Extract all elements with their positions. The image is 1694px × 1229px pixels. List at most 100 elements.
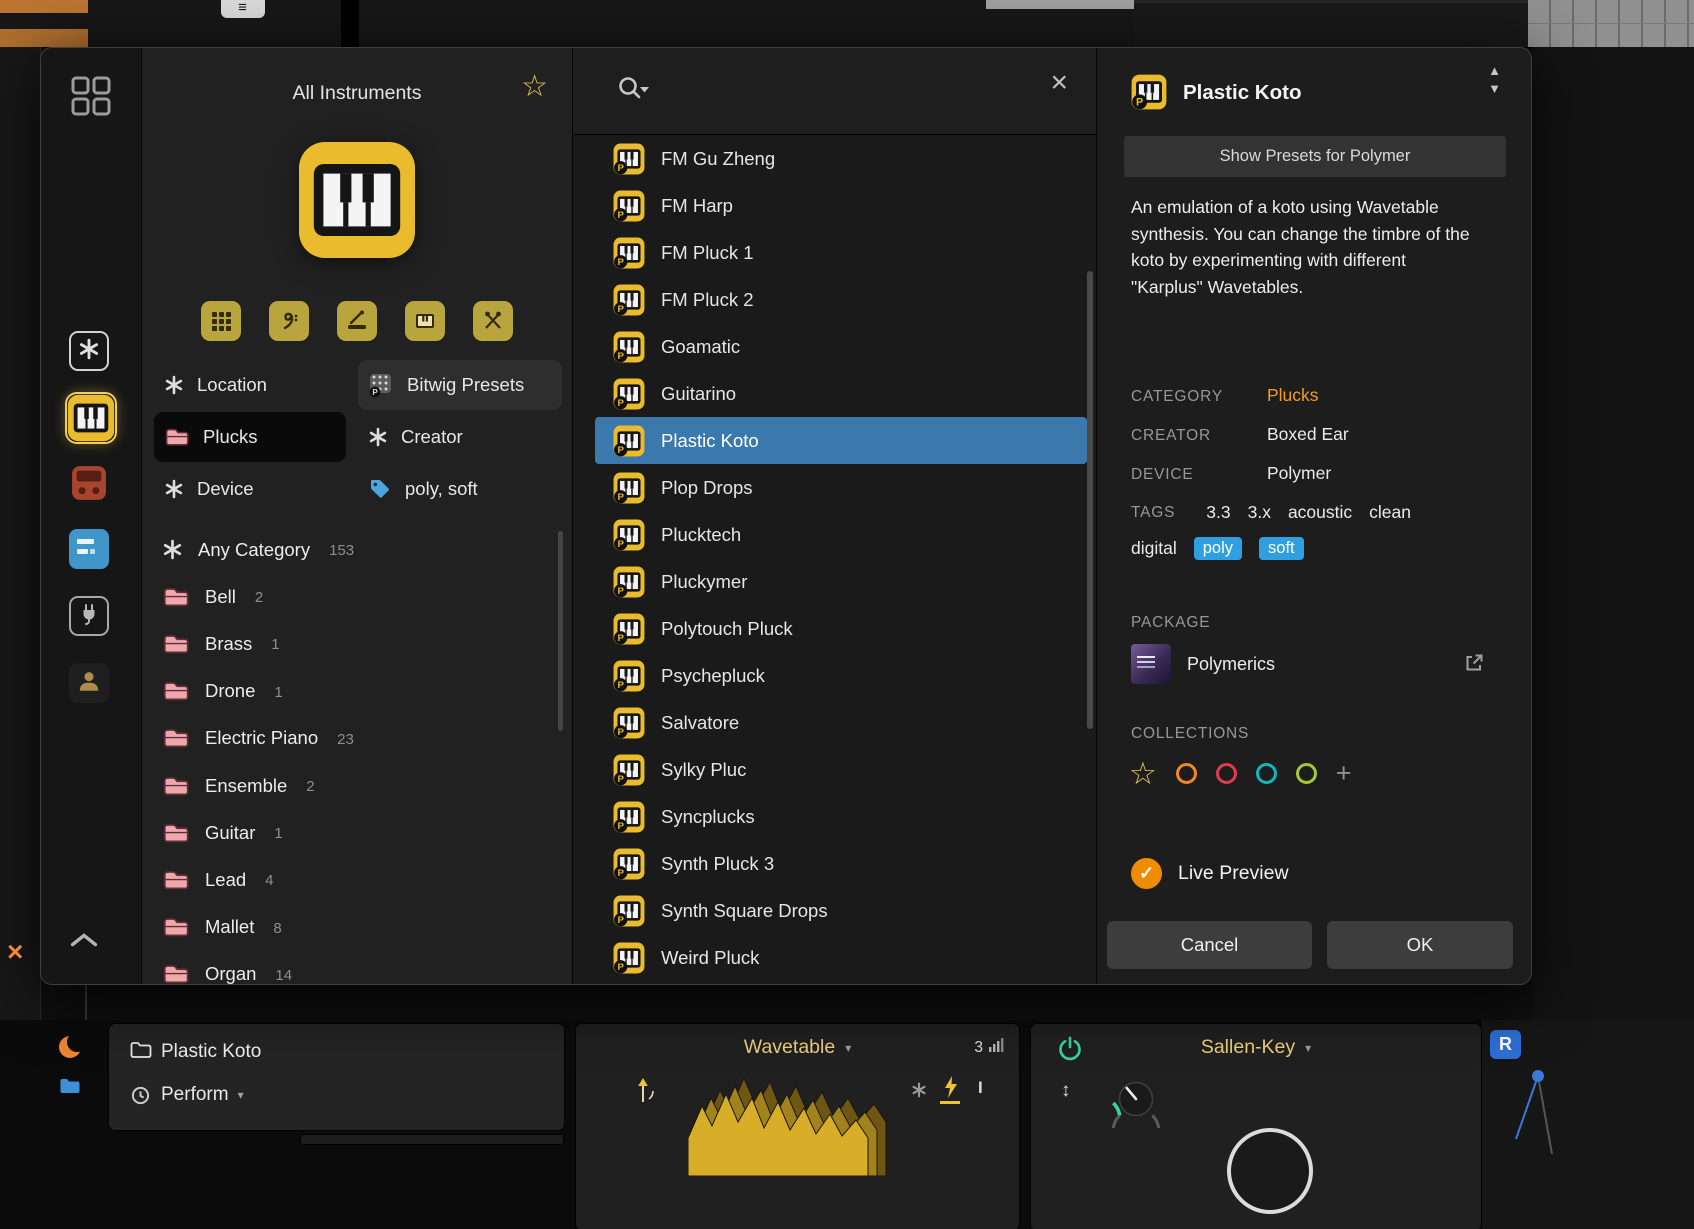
tag[interactable]: acoustic	[1288, 502, 1352, 523]
browser-folder-icon[interactable]	[58, 1076, 82, 1101]
category-row[interactable]: Bell2	[142, 573, 572, 620]
collapse-chevron-icon[interactable]	[69, 932, 99, 953]
result-row[interactable]: P Pluckymer	[595, 558, 1087, 605]
unison-voices[interactable]: 3	[974, 1037, 1005, 1058]
close-icon[interactable]: ×	[7, 938, 23, 966]
creator-value[interactable]: Boxed Ear	[1267, 424, 1503, 445]
circle-collection-icon[interactable]	[1256, 763, 1277, 784]
result-row[interactable]: P FM Pluck 1	[595, 229, 1087, 276]
cutoff-knob[interactable]	[1107, 1070, 1165, 1133]
device-value[interactable]: Polymer	[1267, 463, 1503, 484]
asterisk-icon	[164, 479, 184, 499]
folder-icon[interactable]	[129, 1040, 153, 1065]
bar-mode-icon[interactable]: I	[978, 1078, 983, 1098]
grid-view-icon[interactable]	[69, 74, 113, 123]
category-row[interactable]: Mallet8	[142, 904, 572, 951]
perform-selector[interactable]: Perform ▾	[161, 1084, 244, 1106]
bass-clef-icon[interactable]	[269, 301, 309, 341]
filter-selector[interactable]: Sallen-Key ▾	[1031, 1036, 1481, 1059]
plugins-tab-icon[interactable]	[69, 596, 109, 636]
tag[interactable]: 3.3	[1206, 502, 1230, 523]
result-row[interactable]: P Guitarino	[595, 370, 1087, 417]
updown-icon[interactable]: ↕	[1061, 1080, 1071, 1102]
record-badge[interactable]: R	[1490, 1030, 1521, 1059]
category-row[interactable]: Guitar1	[142, 809, 572, 856]
circle-collection-icon[interactable]	[1216, 763, 1237, 784]
tag[interactable]: clean	[1369, 502, 1411, 523]
search-icon[interactable]	[615, 74, 651, 111]
snowflake-icon[interactable]	[911, 1082, 927, 1103]
result-row[interactable]: P FM Pluck 2	[595, 276, 1087, 323]
category-row[interactable]: Ensemble2	[142, 762, 572, 809]
filter-poly-soft[interactable]: poly, soft	[358, 464, 562, 514]
tag-chip[interactable]: poly	[1194, 537, 1242, 560]
result-row[interactable]: P Salvatore	[595, 699, 1087, 746]
filter-bitwig-presets[interactable]: PBitwig Presets	[358, 360, 562, 410]
circle-collection-icon[interactable]	[1176, 763, 1197, 784]
percussion-icon[interactable]	[337, 301, 377, 341]
tag-chip[interactable]: soft	[1259, 537, 1304, 560]
user-content-tab-icon[interactable]	[69, 663, 109, 703]
result-row[interactable]: P FM Harp	[595, 182, 1087, 229]
spinner-up-icon[interactable]: ▲	[1488, 64, 1501, 77]
audio-fx-tab-icon[interactable]	[69, 463, 109, 508]
any-source-button[interactable]	[69, 331, 109, 371]
menu-icon[interactable]: ≡	[221, 0, 265, 18]
category-row[interactable]: Organ14	[142, 951, 572, 985]
instruments-tab-icon[interactable]	[67, 394, 115, 442]
filter-device[interactable]: Device	[154, 464, 346, 514]
filter-location[interactable]: Location	[154, 360, 346, 410]
result-row[interactable]: P Synth Square Drops	[595, 887, 1087, 934]
pads-icon[interactable]	[201, 301, 241, 341]
result-row[interactable]: P Sylky Pluc	[595, 746, 1087, 793]
device-preset-name[interactable]: Plastic Koto	[161, 1041, 261, 1063]
result-row[interactable]: P Plastic Koto	[595, 417, 1087, 464]
category-scrollbar[interactable]	[558, 531, 563, 731]
secondary-knob[interactable]	[1227, 1128, 1313, 1214]
keytrack-icon[interactable]	[634, 1076, 660, 1111]
tag[interactable]: digital	[1131, 538, 1177, 559]
external-link-icon[interactable]	[1463, 652, 1485, 679]
result-row[interactable]: P Goamatic	[595, 323, 1087, 370]
search-input[interactable]: ×	[573, 48, 1096, 135]
lightning-icon[interactable]	[944, 1076, 958, 1103]
result-row[interactable]: P Polytouch Pluck	[595, 605, 1087, 652]
cancel-button[interactable]: Cancel	[1107, 921, 1312, 969]
tag[interactable]: 3.x	[1248, 502, 1271, 523]
package-row[interactable]: Polymerics	[1131, 644, 1275, 684]
ok-button[interactable]: OK	[1327, 921, 1513, 969]
result-row[interactable]: P Psychepluck	[595, 652, 1087, 699]
result-row[interactable]: P Plucktech	[595, 511, 1087, 558]
category-row[interactable]: Electric Piano23	[142, 715, 572, 762]
oscillator-selector[interactable]: Wavetable ▾	[576, 1036, 1019, 1059]
filter-creator[interactable]: Creator	[358, 412, 562, 462]
category-row[interactable]: Drone1	[142, 668, 572, 715]
wavetable-visual[interactable]	[688, 1076, 888, 1181]
filter-plucks[interactable]: Plucks	[154, 412, 346, 462]
result-row[interactable]: P Syncplucks	[595, 793, 1087, 840]
category-label: Guitar	[205, 822, 255, 844]
category-value[interactable]: Plucks	[1267, 385, 1503, 406]
plus-collection-icon[interactable]: +	[1336, 760, 1352, 787]
clear-search-icon[interactable]: ×	[1050, 68, 1068, 98]
keys-icon[interactable]	[405, 301, 445, 341]
show-presets-button[interactable]: Show Presets for Polymer	[1124, 136, 1506, 177]
live-preview-toggle[interactable]: ✓ Live Preview	[1131, 858, 1289, 889]
result-row[interactable]: P Plop Drops	[595, 464, 1087, 511]
preset-spinner[interactable]: ▲ ▼	[1488, 64, 1501, 95]
result-row[interactable]: P Weird Pluck	[595, 934, 1087, 981]
star-collection-icon[interactable]: ☆	[1129, 758, 1157, 789]
results-scrollbar[interactable]	[1087, 271, 1093, 729]
category-row[interactable]: Lead4	[142, 856, 572, 903]
category-row[interactable]: Any Category153	[142, 526, 572, 573]
circle-collection-icon[interactable]	[1296, 763, 1317, 784]
category-row[interactable]: Brass1	[142, 620, 572, 667]
clips-tab-icon[interactable]	[69, 529, 109, 574]
spinner-down-icon[interactable]: ▼	[1488, 82, 1501, 95]
live-preview-check-icon[interactable]: ✓	[1131, 858, 1162, 889]
favorite-star-icon[interactable]: ☆	[521, 72, 548, 102]
moon-icon[interactable]	[56, 1032, 86, 1067]
mallets-icon[interactable]	[473, 301, 513, 341]
result-row[interactable]: P Synth Pluck 3	[595, 840, 1087, 887]
result-row[interactable]: P FM Gu Zheng	[595, 135, 1087, 182]
